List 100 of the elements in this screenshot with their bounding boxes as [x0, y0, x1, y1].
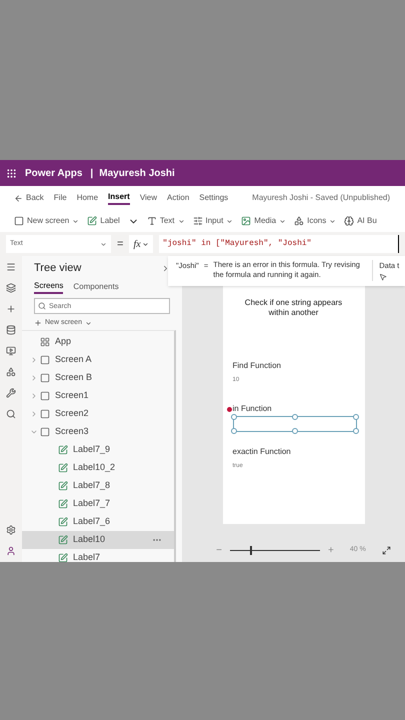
label-text: in Function — [232, 403, 272, 415]
tree-item-label: Label7_8 — [73, 479, 110, 492]
title-separator: | — [90, 166, 94, 180]
dropdown-chevron-icon — [72, 218, 80, 224]
label-icon — [58, 463, 68, 473]
tree-item-label: Screen B — [55, 371, 92, 384]
toolbar-button[interactable]: New screen — [14, 215, 80, 227]
panel-title: Tree view — [34, 260, 82, 276]
brain-icon — [344, 216, 354, 226]
label-text: Find Function — [232, 360, 281, 372]
media-icon[interactable] — [6, 346, 16, 356]
tree-item[interactable]: App — [22, 333, 174, 351]
tree-item[interactable]: Screen3 — [22, 423, 174, 441]
tree-item[interactable]: Screen B — [22, 369, 174, 387]
tree-item-label: Screen1 — [55, 389, 89, 402]
resize-handle[interactable] — [230, 428, 236, 434]
resize-handle[interactable] — [230, 414, 236, 420]
fullscreen-icon[interactable] — [382, 546, 391, 554]
fx-button[interactable]: fx — [129, 235, 153, 253]
label-icon — [58, 481, 68, 491]
menu-tab[interactable]: Insert — [108, 191, 130, 205]
label-icon — [58, 445, 68, 455]
toolbar-button[interactable]: Input — [192, 215, 234, 227]
tree-item[interactable]: Label7_9 — [22, 441, 174, 459]
toolbar-button[interactable]: Label — [87, 215, 120, 227]
dropdown-chevron-icon — [142, 240, 149, 248]
label-icon — [58, 517, 68, 527]
search-icon[interactable] — [6, 409, 16, 419]
menu-tab[interactable]: Settings — [199, 191, 228, 205]
label-icon — [58, 553, 68, 562]
tree-item-label: Screen A — [55, 353, 92, 366]
plus-icon[interactable] — [6, 304, 16, 314]
resize-handle[interactable] — [352, 428, 358, 434]
tree-item-label: Label7 — [73, 551, 100, 562]
menu-icon[interactable] — [6, 262, 16, 272]
toolbar-button[interactable]: Text — [146, 215, 184, 227]
resize-handle[interactable] — [292, 414, 298, 420]
menu-tab[interactable]: Action — [167, 191, 190, 205]
toolbar-button[interactable]: Icons — [294, 215, 336, 227]
toolbar-button[interactable]: AI Bu — [344, 215, 377, 227]
text-icon — [146, 216, 157, 226]
tree-tab[interactable]: Components — [73, 280, 119, 294]
toolbar-button[interactable]: Media — [241, 215, 286, 227]
chevron-icon[interactable] — [30, 392, 38, 400]
dropdown-chevron-icon — [329, 218, 336, 224]
tree-item[interactable]: Label7_8 — [22, 477, 174, 495]
image-icon — [241, 216, 252, 226]
chevron-icon[interactable] — [30, 428, 38, 436]
chevron-icon[interactable] — [30, 410, 38, 418]
selected-label[interactable] — [232, 416, 356, 432]
tree-item-label: Label10_2 — [73, 461, 116, 474]
resize-handle[interactable] — [352, 414, 358, 420]
resize-handle[interactable] — [292, 428, 298, 434]
dropdown-chevron-icon — [178, 218, 184, 224]
plus-icon — [34, 319, 42, 327]
shapes-icon[interactable] — [6, 367, 16, 377]
app-icon — [40, 337, 50, 347]
chevron-icon[interactable] — [30, 356, 38, 364]
tree-item-label: Label7_7 — [73, 497, 110, 510]
tree-item[interactable]: Label7 — [22, 549, 174, 562]
person-icon[interactable] — [6, 546, 16, 556]
tree-item[interactable]: Label10 — [22, 531, 174, 549]
label-icon — [58, 535, 68, 545]
app-name: Power Apps — [25, 166, 82, 180]
tree-item-label: Label7_6 — [73, 515, 110, 528]
formula-field[interactable]: "joshi" in ["Mayuresh", "Joshi" — [158, 235, 399, 253]
tree-tab[interactable]: Screens — [34, 280, 64, 294]
back-button[interactable]: Back — [14, 192, 44, 204]
wrench-icon[interactable] — [6, 388, 16, 398]
tree-item-label: Label10 — [73, 533, 106, 546]
search-icon — [38, 302, 46, 310]
tree-item-label: Screen3 — [55, 425, 89, 438]
app-launcher-icon[interactable] — [6, 168, 17, 178]
square-icon — [14, 216, 24, 226]
slider-thumb[interactable] — [250, 546, 252, 554]
shapes-icon — [294, 216, 304, 226]
tree-item[interactable]: Screen1 — [22, 387, 174, 405]
tree-item[interactable]: Screen2 — [22, 405, 174, 423]
settings-icon[interactable] — [6, 525, 16, 535]
tree-item[interactable]: Label10_2 — [22, 459, 174, 477]
tree-item[interactable]: Screen A — [22, 351, 174, 369]
database-icon[interactable] — [6, 325, 16, 335]
layers-icon[interactable] — [6, 283, 16, 293]
save-status: Mayuresh Joshi - Saved (Unpublished) — [252, 192, 390, 204]
cursor-icon — [379, 273, 388, 282]
user-name: Mayuresh Joshi — [99, 166, 175, 180]
menu-tab[interactable]: File — [54, 191, 67, 205]
dropdown-chevron-icon — [279, 218, 286, 224]
collapse-chevron-icon[interactable] — [161, 264, 170, 272]
tree-item-label: App — [55, 335, 72, 348]
dropdown-chevron-icon — [84, 320, 92, 326]
menu-tab[interactable]: Home — [76, 191, 98, 205]
menu-tab[interactable]: View — [140, 191, 158, 205]
tree-item[interactable]: Label7_6 — [22, 513, 174, 531]
back-arrow-icon — [14, 194, 23, 202]
label-text: exactin Function — [232, 446, 291, 458]
dropdown-chevron-icon — [226, 218, 234, 224]
pencil-square-icon — [87, 216, 98, 226]
tree-item[interactable]: Label7_7 — [22, 495, 174, 513]
chevron-icon[interactable] — [30, 374, 38, 382]
